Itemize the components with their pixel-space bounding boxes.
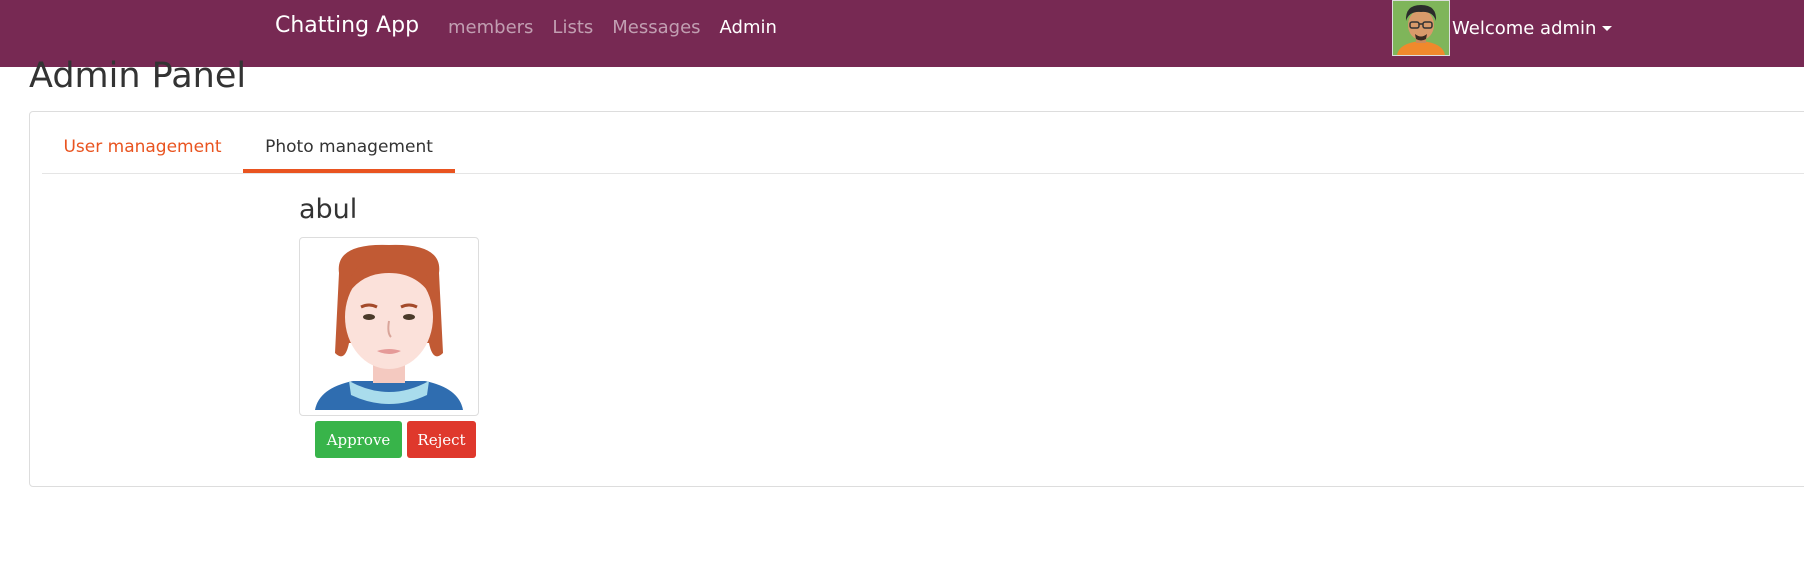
pending-photo bbox=[299, 237, 479, 416]
admin-card: User management Photo management abul Ap… bbox=[29, 111, 1804, 487]
welcome-label: Welcome admin bbox=[1452, 17, 1597, 39]
tab-user-management[interactable]: User management bbox=[42, 129, 243, 173]
reject-button[interactable]: Reject bbox=[407, 421, 476, 458]
user-dropdown-toggle[interactable]: Welcome admin bbox=[1392, 0, 1613, 56]
nav-link-members[interactable]: members bbox=[448, 17, 533, 38]
caret-down-icon bbox=[1602, 25, 1613, 31]
admin-tabs: User management Photo management bbox=[42, 129, 1804, 174]
page-title: Admin Panel bbox=[29, 56, 247, 96]
user-photo-image bbox=[305, 243, 473, 410]
approve-button[interactable]: Approve bbox=[315, 421, 402, 458]
top-navbar: Chatting App members Lists Messages Admi… bbox=[0, 0, 1804, 67]
brand-link[interactable]: Chatting App bbox=[275, 13, 419, 38]
photo-username: abul bbox=[299, 194, 358, 225]
nav-link-messages[interactable]: Messages bbox=[612, 17, 700, 38]
user-avatar-icon bbox=[1392, 0, 1450, 56]
nav-link-lists[interactable]: Lists bbox=[552, 17, 593, 38]
nav-links: members Lists Messages Admin bbox=[448, 17, 796, 38]
tab-photo-management[interactable]: Photo management bbox=[243, 129, 455, 173]
welcome-text[interactable]: Welcome admin bbox=[1452, 17, 1613, 39]
nav-link-admin[interactable]: Admin bbox=[720, 17, 777, 38]
